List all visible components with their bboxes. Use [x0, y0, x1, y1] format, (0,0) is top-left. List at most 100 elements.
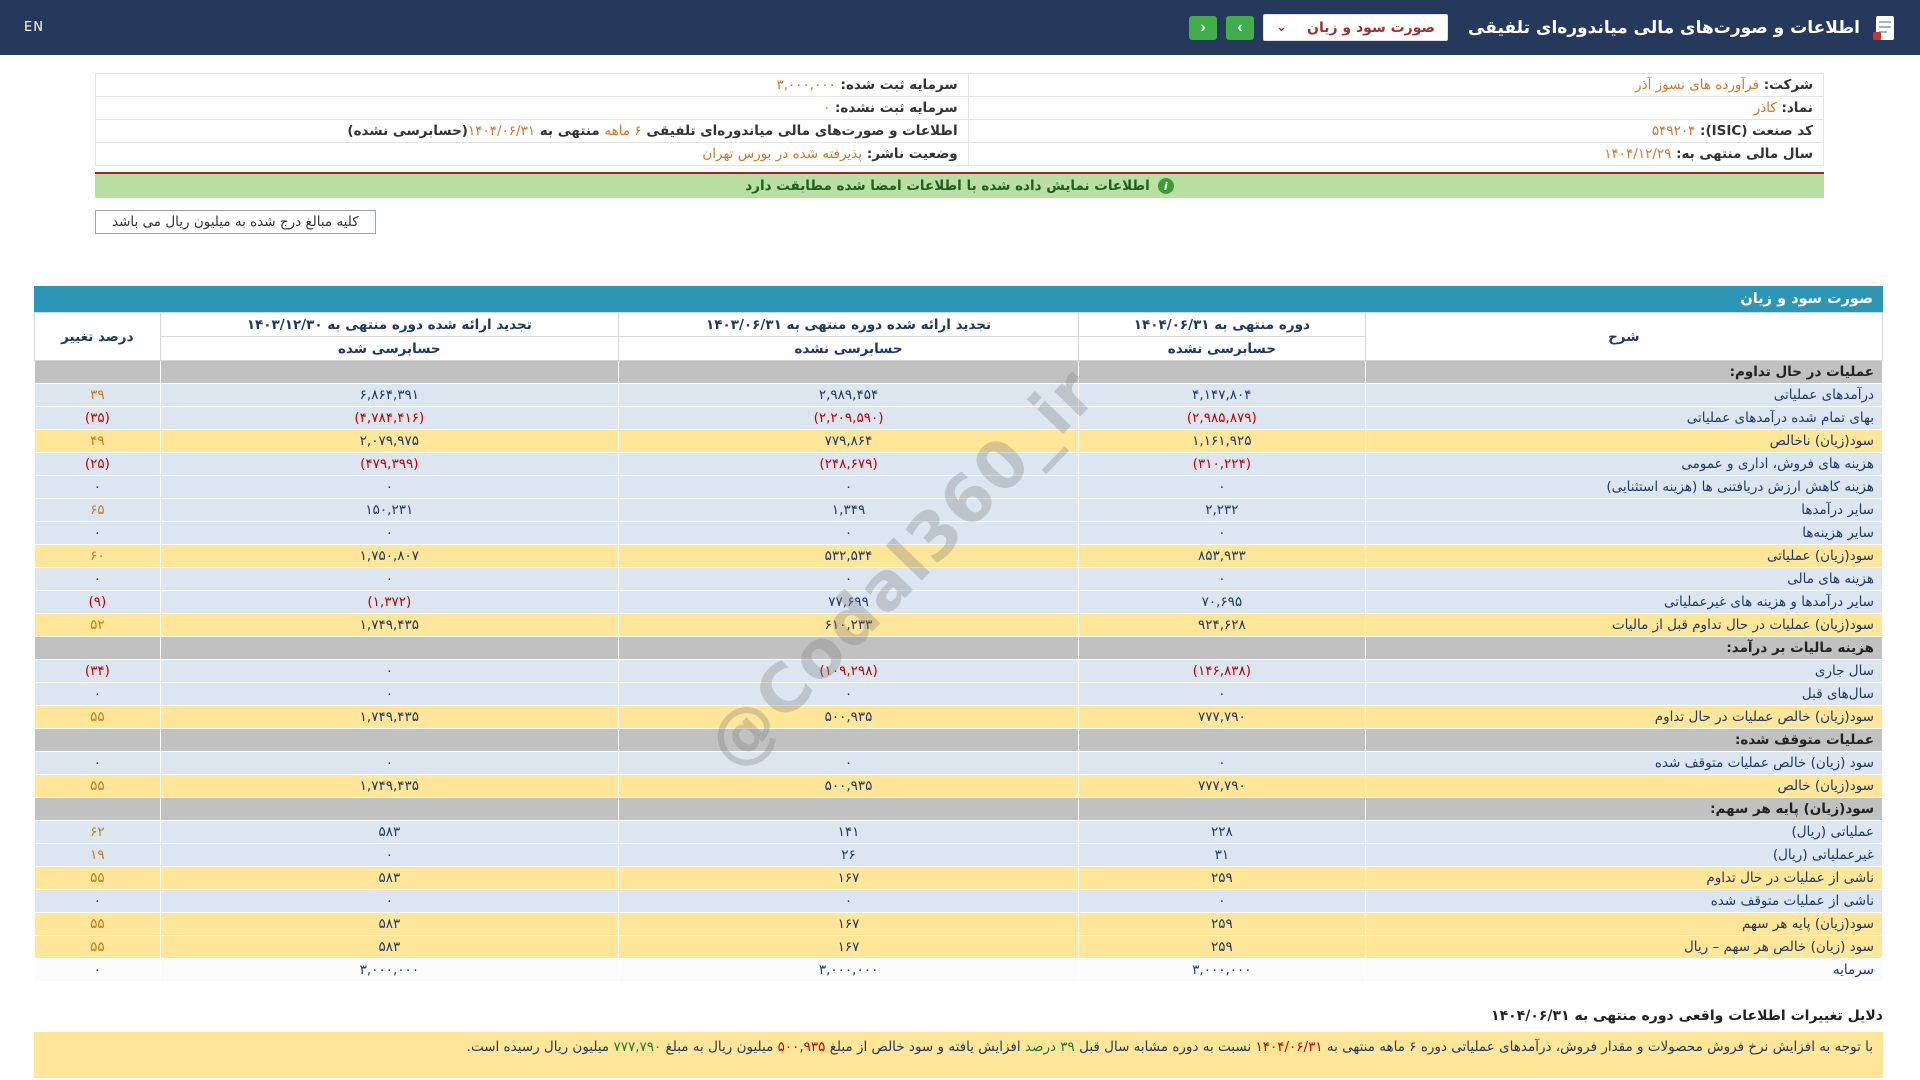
section-empty-cell: [617, 636, 1080, 660]
row-value: ۱,۳۴۹: [617, 498, 1080, 522]
row-value: ۰: [617, 682, 1080, 706]
section-header-row: سود(زیان) پایه هر سهم:: [34, 797, 1884, 821]
row-value: ۰: [1078, 521, 1366, 545]
info-value: ۱۴۰۴/۰۶/۳۱: [467, 123, 536, 139]
codal-financial-statement-page: اطلاعات و صورت‌های مالی میاندوره‌ای تلفی…: [0, 0, 1920, 1080]
row-value: ۸۵۳,۹۳۳: [1078, 544, 1366, 568]
row-value: ۰: [159, 521, 619, 545]
statement-row: ناشی از عملیات متوقف شده ۰ ۰ ۰ ۰: [34, 889, 1884, 913]
company-info-body: شرکت: فرآورده های نسوز آذر سرمایه ثبت شده…: [95, 73, 1825, 166]
row-change-percent: ۰: [34, 521, 161, 545]
row-value: ۲۵۹: [1078, 866, 1366, 890]
statement-row: سود(زیان) عملیات در حال تداوم قبل از مال…: [34, 613, 1884, 637]
info-row: نماد: کاذر سرمایه ثبت نشده: ۰: [95, 96, 1825, 120]
row-change-percent: ۰: [34, 889, 161, 913]
next-statement-button[interactable]: ›: [1226, 15, 1255, 40]
info-value: پذیرفته شده در بورس تهران: [702, 146, 863, 162]
section-empty-cell: [617, 728, 1080, 752]
note-text: با توجه به افزایش نرخ فروش محصولات و مقد…: [1322, 1039, 1873, 1055]
row-value: (۴,۷۸۴,۴۱۶): [159, 406, 619, 430]
statement-type-select[interactable]: صورت سود و زیان ⌄: [1263, 14, 1449, 41]
row-value: ۱,۷۴۹,۴۳۵: [159, 705, 619, 729]
statement-row: سود(زیان) خالص ۷۷۷,۷۹۰ ۵۰۰,۹۳۵ ۱,۷۴۹,۴۳۵ ۵۵: [34, 774, 1884, 798]
info-label: سال مالی منتهی به:: [1671, 146, 1813, 162]
info-cell-right: شرکت: فرآورده های نسوز آذر: [967, 73, 1825, 97]
page-title: اطلاعات و صورت‌های مالی میاندوره‌ای تلفی…: [1468, 17, 1860, 38]
row-value: ۰: [1078, 567, 1366, 591]
row-value: ۳,۰۰۰,۰۰۰: [617, 958, 1080, 982]
row-value: (۲۴۸,۶۷۹): [617, 452, 1080, 476]
info-value: ۵۴۹۲۰۴: [1651, 123, 1696, 139]
section-empty-cell: [159, 360, 619, 384]
row-value: ۶۱۰,۲۳۳: [617, 613, 1080, 637]
info-value: ۶ ماهه: [604, 123, 642, 139]
prev-statement-button[interactable]: ‹: [1189, 15, 1218, 40]
statement-row: سرمایه ۳,۰۰۰,۰۰۰ ۳,۰۰۰,۰۰۰ ۳,۰۰۰,۰۰۰ ۰: [34, 958, 1884, 982]
row-label: سود (زیان) خالص هر سهم – ریال: [1364, 935, 1884, 959]
language-toggle[interactable]: EN: [24, 20, 44, 35]
change-reasons-section: دلایل تغییرات اطلاعات واقعی دوره منتهی ب…: [34, 1008, 1883, 1078]
row-change-percent: (۲۵): [34, 452, 161, 476]
row-label: سود(زیان) خالص: [1364, 774, 1884, 798]
row-change-percent: ۶۰: [34, 544, 161, 568]
info-label: منتهی به: [535, 123, 605, 139]
row-value: ۰: [1078, 889, 1366, 913]
info-label: سرمایه ثبت شده:: [835, 77, 958, 93]
info-value: فرآورده های نسوز آذر: [1635, 77, 1760, 93]
row-label: درآمدهای عملیاتی: [1364, 383, 1884, 407]
row-label: سود(زیان) عملیات در حال تداوم قبل از مال…: [1364, 613, 1884, 637]
row-value: ۱۶۷: [617, 935, 1080, 959]
row-value: ۷۷۹,۸۶۴: [617, 429, 1080, 453]
row-value: (۲,۲۰۹,۵۹۰): [617, 406, 1080, 430]
row-label: سود(زیان) عملیاتی: [1364, 544, 1884, 568]
row-change-percent: ۰: [34, 682, 161, 706]
col-subheader-unaudited-2: حسابرسی نشده: [617, 336, 1080, 361]
section-label: هزینه مالیات بر درآمد:: [1364, 636, 1884, 660]
note-text: میلیون ریال رسیده است.: [466, 1039, 614, 1055]
section-empty-cell: [617, 360, 1080, 384]
info-cell-left: سرمایه ثبت شده: ۳,۰۰۰,۰۰۰: [95, 73, 969, 97]
row-change-percent: ۰: [34, 567, 161, 591]
row-value: ۵۸۳: [159, 866, 619, 890]
info-label: کد صنعت (ISIC):: [1695, 123, 1813, 139]
row-value: ۱,۷۵۰,۸۰۷: [159, 544, 619, 568]
section-empty-cell: [1078, 636, 1366, 660]
section-empty-cell: [159, 797, 619, 821]
row-value: ۰: [159, 889, 619, 913]
info-cell-left: اطلاعات و صورت‌های مالی میاندوره‌ای تلفی…: [95, 119, 969, 143]
row-change-percent: ۰: [34, 751, 161, 775]
row-value: ۱,۷۴۹,۴۳۵: [159, 774, 619, 798]
row-value: ۷۷۷,۷۹۰: [1078, 774, 1366, 798]
row-value: ۰: [617, 889, 1080, 913]
change-reasons-note: با توجه به افزایش نرخ فروش محصولات و مقد…: [34, 1032, 1883, 1078]
statement-row: درآمدهای عملیاتی ۴,۱۴۷,۸۰۴ ۲,۹۸۹,۴۵۴ ۶,۸۶۴,…: [34, 383, 1884, 407]
report-document-icon: [1872, 15, 1896, 41]
statement-select-value: صورت سود و زیان: [1307, 19, 1436, 36]
row-value: ۰: [159, 475, 619, 499]
section-header-row: عملیات متوقف شده:: [34, 728, 1884, 752]
section-empty-cell: [34, 728, 161, 752]
row-change-percent: ۶۲: [34, 820, 161, 844]
row-label: هزینه کاهش ارزش دریافتنی ها (هزینه استثن…: [1364, 475, 1884, 499]
statement-row: بهای تمام شده درآمدهای عملیاتی (۲,۹۸۵,۸۷۹…: [34, 406, 1884, 430]
section-empty-cell: [34, 636, 161, 660]
row-value: ۰: [159, 843, 619, 867]
statement-row: سایر درآمدها و هزینه های غیرعملیاتی ۷۰,۶۹…: [34, 590, 1884, 614]
row-change-percent: ۰: [34, 958, 161, 982]
info-label: شرکت:: [1759, 77, 1813, 93]
row-label: سود(زیان) خالص عملیات در حال تداوم: [1364, 705, 1884, 729]
row-value: ۱,۱۶۱,۹۲۵: [1078, 429, 1366, 453]
row-value: (۱۴۶,۸۳۸): [1078, 659, 1366, 683]
row-value: (۱,۳۷۲): [159, 590, 619, 614]
row-label: عملیاتی (ریال): [1364, 820, 1884, 844]
note-text: ۵۰۰,۹۳۵: [777, 1039, 826, 1055]
statement-row: هزینه های مالی ۰ ۰ ۰ ۰: [34, 567, 1884, 591]
section-header-row: هزینه مالیات بر درآمد:: [34, 636, 1884, 660]
row-value: ۶,۸۶۴,۳۹۱: [159, 383, 619, 407]
signature-match-banner: i اطلاعات نمایش داده شده با اطلاعات امضا…: [95, 172, 1824, 198]
row-value: ۰: [159, 659, 619, 683]
info-label: نماد:: [1776, 100, 1813, 116]
section-empty-cell: [617, 797, 1080, 821]
chevron-down-icon: ⌄: [1276, 20, 1287, 35]
row-value: ۱۶۷: [617, 866, 1080, 890]
